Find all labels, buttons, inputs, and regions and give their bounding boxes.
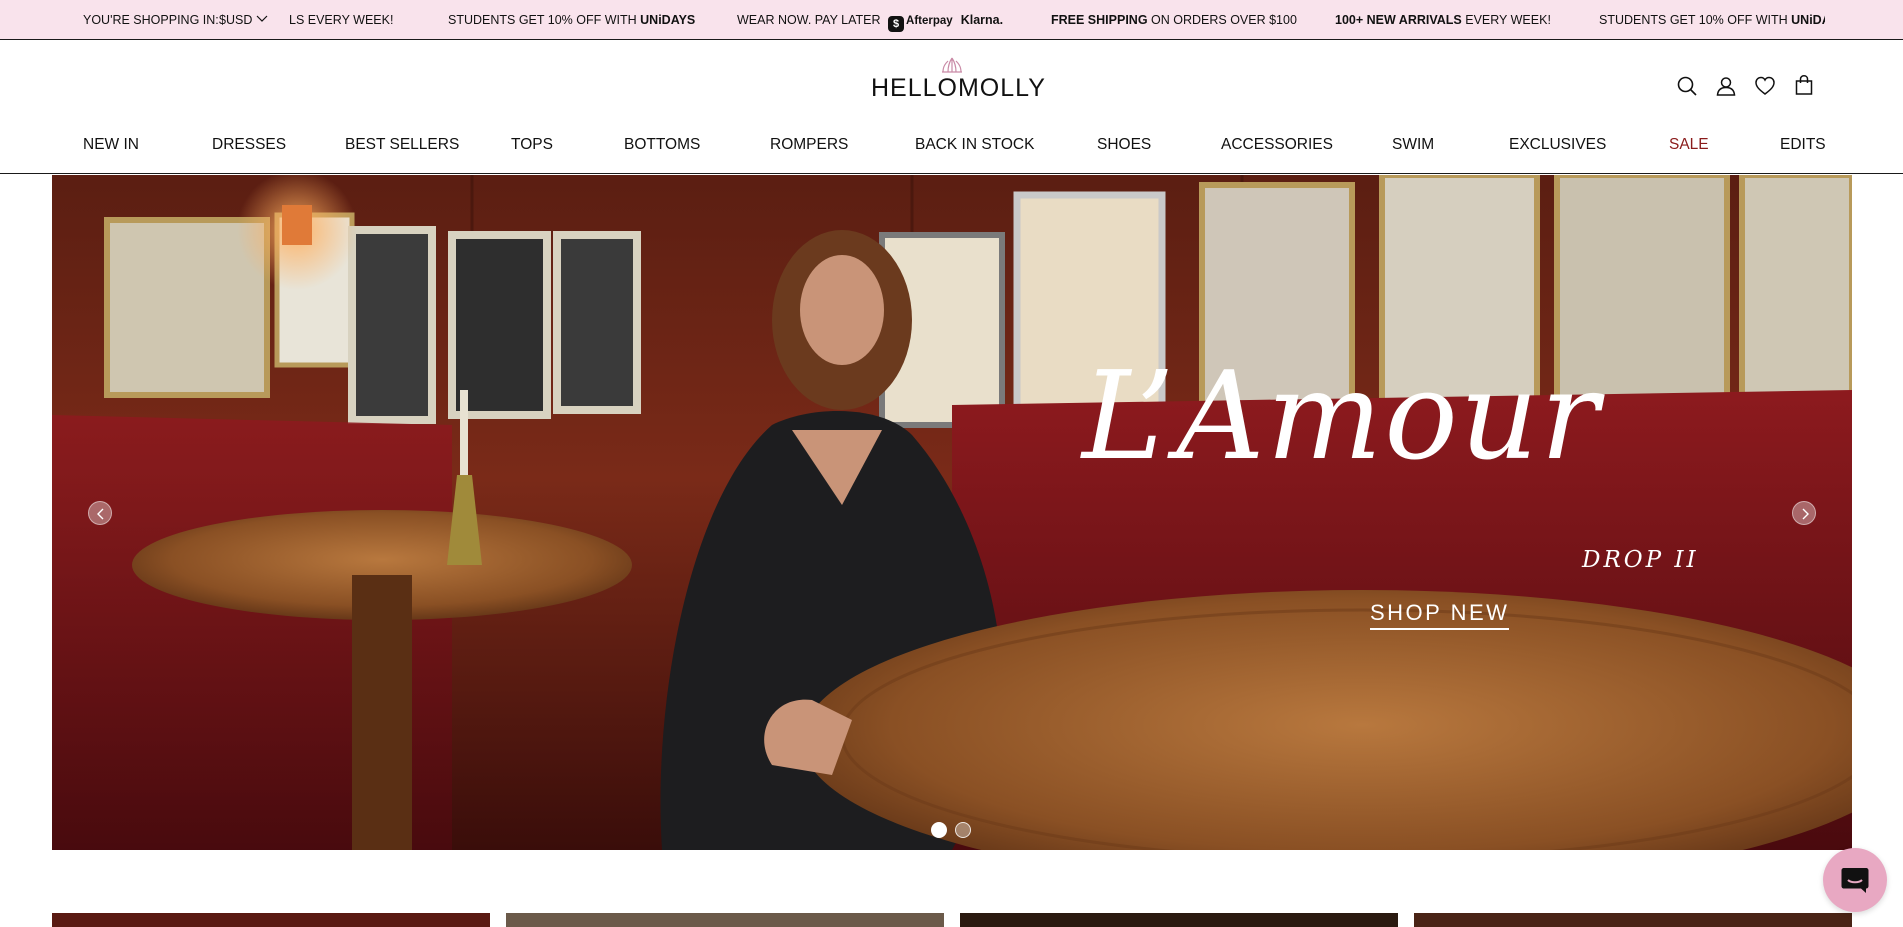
nav-item-back-in-stock[interactable]: BACK IN STOCK — [915, 136, 1034, 154]
nav-item-accessories[interactable]: ACCESSORIES — [1221, 136, 1333, 154]
promo-item: FREE SHIPPING ON ORDERS OVER $100 — [1051, 13, 1297, 27]
chat-button[interactable] — [1823, 848, 1887, 912]
carousel-prev-button[interactable] — [88, 501, 112, 525]
search-icon[interactable] — [1676, 75, 1698, 97]
chevron-right-icon — [1802, 508, 1809, 520]
category-tile[interactable] — [506, 913, 944, 927]
afterpay-logo-icon: $ — [888, 16, 905, 32]
chevron-down-icon[interactable] — [256, 12, 268, 24]
promo-item: STUDENTS GET 10% OFF WITH UNiDAYS — [448, 13, 696, 27]
currency-selector[interactable]: $USD — [219, 13, 252, 27]
promo-ticker: LS EVERY WEEK! STUDENTS GET 10% OFF WITH… — [285, 0, 1825, 39]
carousel-dot[interactable] — [955, 822, 971, 838]
announcement-bar: YOU'RE SHOPPING IN: $USD LS EVERY WEEK! … — [0, 0, 1903, 40]
site-logo[interactable]: HELLOMOLLY — [871, 56, 1046, 106]
nav-item-exclusives[interactable]: EXCLUSIVES — [1509, 136, 1606, 154]
carousel-dots — [931, 822, 977, 838]
hero-subtitle: DROP II — [1582, 547, 1699, 573]
nav-item-best-sellers[interactable]: BEST SELLERS — [345, 136, 459, 154]
nav-item-edits[interactable]: EDITS — [1780, 136, 1826, 154]
shop-new-button[interactable]: SHOP NEW — [1370, 600, 1510, 630]
site-header: HELLOMOLLY NEW IN DRESSES BEST SELLERS T… — [0, 40, 1903, 174]
category-tile[interactable] — [1414, 913, 1852, 927]
promo-item: STUDENTS GET 10% OFF WITH UNiDAYS — [1599, 13, 1825, 27]
hero-title: L’Amour — [1082, 345, 1601, 487]
promo-item: WEAR NOW. PAY LATER $ Afterpay Klarna. — [737, 13, 1004, 32]
logo-text: HELLOMOLLY — [871, 74, 1046, 102]
main-nav: NEW IN DRESSES BEST SELLERS TOPS BOTTOMS… — [0, 136, 1903, 166]
category-tile[interactable] — [960, 913, 1398, 927]
nav-item-bottoms[interactable]: BOTTOMS — [624, 136, 700, 154]
category-tile[interactable] — [52, 913, 490, 927]
nav-item-rompers[interactable]: ROMPERS — [770, 136, 848, 154]
wishlist-icon[interactable] — [1754, 75, 1776, 97]
account-icon[interactable] — [1715, 75, 1737, 97]
hero-banner[interactable]: L’Amour DROP II SHOP NEW — [52, 175, 1852, 850]
nav-item-new-in[interactable]: NEW IN — [83, 136, 139, 154]
nav-item-dresses[interactable]: DRESSES — [212, 136, 286, 154]
klarna-logo: Klarna. — [960, 13, 1004, 27]
chat-icon — [1841, 868, 1869, 893]
carousel-next-button[interactable] — [1792, 501, 1816, 525]
crown-icon — [942, 57, 962, 73]
hero-image — [52, 175, 1852, 850]
nav-item-tops[interactable]: TOPS — [511, 136, 553, 154]
nav-item-shoes[interactable]: SHOES — [1097, 136, 1151, 154]
chevron-left-icon — [97, 508, 104, 520]
currency-label: YOU'RE SHOPPING IN: — [83, 13, 219, 27]
bag-icon[interactable] — [1793, 74, 1815, 96]
promo-item: 100+ NEW ARRIVALS EVERY WEEK! — [1335, 13, 1551, 27]
nav-item-swim[interactable]: SWIM — [1392, 136, 1434, 154]
nav-item-sale[interactable]: SALE — [1669, 136, 1709, 154]
promo-item: LS EVERY WEEK! — [289, 13, 394, 27]
carousel-dot-active[interactable] — [931, 822, 947, 838]
